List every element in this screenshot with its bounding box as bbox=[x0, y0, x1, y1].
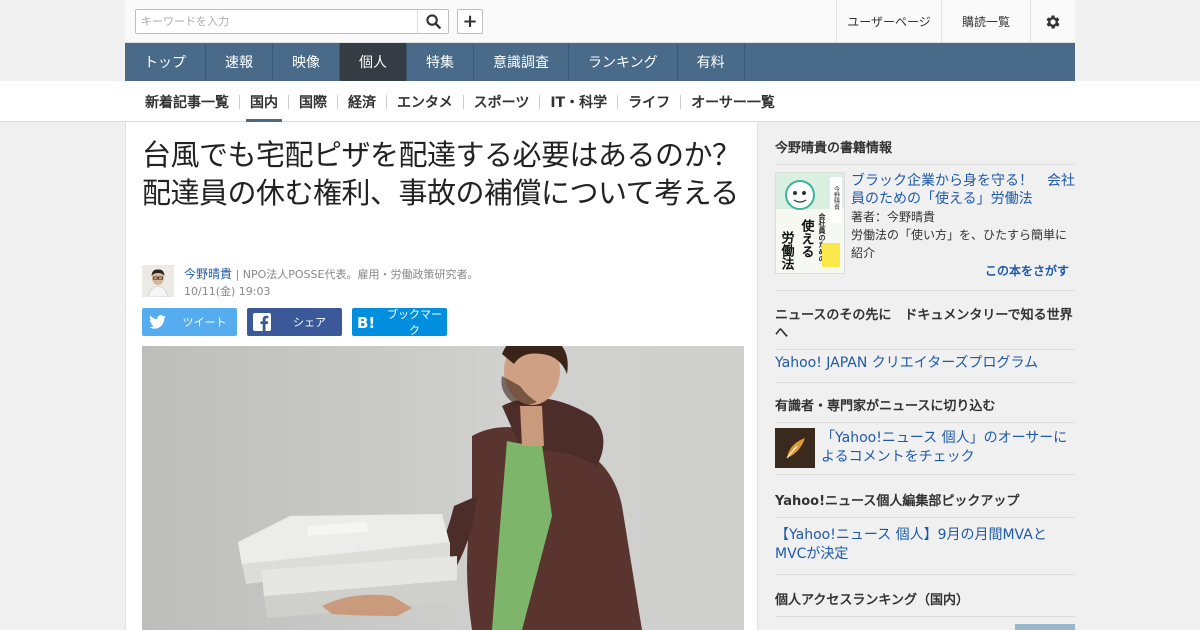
twitter-icon bbox=[148, 315, 166, 329]
subscriptions-link[interactable]: 購読一覧 bbox=[941, 0, 1030, 43]
nav-features[interactable]: 特集 bbox=[407, 43, 474, 81]
ranking-thumbnail[interactable] bbox=[1015, 624, 1075, 630]
article-main: 台風でも宅配ピザを配達する必要はあるのか？ 配達員の休む権利、事故の補償について… bbox=[125, 122, 770, 630]
section-divider bbox=[775, 382, 1075, 383]
ranking-section-heading: 個人アクセスランキング（国内） bbox=[775, 592, 1075, 617]
subnav-entertainment[interactable]: エンタメ bbox=[387, 81, 463, 122]
facebook-icon bbox=[253, 313, 271, 331]
facebook-share-button[interactable]: シェア bbox=[247, 308, 342, 336]
hatena-bookmark-button[interactable]: B! ブックマーク bbox=[352, 308, 447, 337]
article-hero-image bbox=[142, 346, 744, 630]
nav-survey[interactable]: 意識調査 bbox=[474, 43, 569, 81]
section-divider bbox=[775, 474, 1075, 475]
book-cover-title-1: 使える bbox=[799, 218, 816, 258]
author-avatar[interactable] bbox=[142, 265, 174, 297]
nav-top[interactable]: トップ bbox=[125, 43, 206, 81]
book-info: ブラック企業から身を守る！ 会社員のための「使える」労働法 著者：今野晴貴 労働… bbox=[851, 172, 1075, 262]
book-cover-band: 今野晴貴 bbox=[833, 185, 840, 211]
find-book-link[interactable]: この本をさがす bbox=[985, 262, 1069, 279]
subnav-life[interactable]: ライフ bbox=[618, 81, 680, 122]
author-name-link[interactable]: 今野晴貴 bbox=[184, 267, 232, 281]
subnav-it-science[interactable]: IT・科学 bbox=[540, 81, 617, 122]
facebook-share-label: シェア bbox=[293, 316, 326, 329]
author-description: | NPO法人POSSE代表。雇用・労働政策研究者。 bbox=[235, 268, 479, 281]
nav-ranking[interactable]: ランキング bbox=[569, 43, 678, 81]
book-cover-image: 今野晴貴 会社員のための 使える 労働法 bbox=[776, 173, 844, 273]
plus-icon: + bbox=[462, 10, 478, 32]
article-title: 台風でも宅配ピザを配達する必要はあるのか？ 配達員の休む権利、事故の補償について… bbox=[142, 138, 770, 210]
nav-individual[interactable]: 個人 bbox=[340, 43, 407, 81]
expert-section-heading: 有識者・専門家がニュースに切り込む bbox=[775, 398, 1075, 423]
settings-button[interactable] bbox=[1030, 0, 1075, 43]
author-photo bbox=[142, 265, 174, 297]
sidebar: 今野晴貴の書籍情報 今野晴貴 会社員のための 使える 労働法 ブラック企業から身… bbox=[759, 122, 1075, 630]
creators-program-link[interactable]: Yahoo! JAPAN クリエイターズプログラム bbox=[775, 354, 1075, 373]
hatena-bookmark-label: ブックマーク bbox=[387, 308, 442, 337]
tweet-button[interactable]: ツイート bbox=[142, 308, 237, 336]
tweet-label: ツイート bbox=[182, 316, 227, 329]
nav-video[interactable]: 映像 bbox=[273, 43, 340, 81]
search-input[interactable] bbox=[136, 10, 416, 33]
subnav-domestic[interactable]: 国内 bbox=[240, 81, 288, 122]
expert-comment-icon[interactable] bbox=[775, 428, 815, 468]
pizza-delivery-photo bbox=[142, 346, 744, 630]
book-title-link[interactable]: ブラック企業から身を守る！ 会社員のための「使える」労働法 bbox=[851, 172, 1075, 208]
search-icon bbox=[425, 14, 441, 29]
expert-comment-link[interactable]: 「Yahoo!ニュース 個人」のオーサーによるコメントをチェック bbox=[821, 429, 1075, 467]
search-box bbox=[135, 9, 449, 34]
user-page-link[interactable]: ユーザーページ bbox=[836, 0, 941, 43]
book-description: 労働法の「使い方」を、ひたすら簡単に紹介 bbox=[851, 228, 1068, 260]
subnav-international[interactable]: 国際 bbox=[289, 81, 337, 122]
nav-breaking[interactable]: 速報 bbox=[206, 43, 273, 81]
main-nav: トップ 速報 映像 個人 特集 意識調査 ランキング 有料 bbox=[125, 43, 1075, 81]
svg-text:B!: B! bbox=[357, 314, 375, 330]
pickup-mva-link[interactable]: 【Yahoo!ニュース 個人】9月の月間MVAとMVCが決定 bbox=[775, 526, 1075, 564]
section-divider bbox=[775, 574, 1075, 575]
book-section-heading: 今野晴貴の書籍情報 bbox=[775, 140, 1075, 165]
top-bar: + ユーザーページ 購読一覧 bbox=[125, 0, 1075, 43]
subnav-new-articles[interactable]: 新着記事一覧 bbox=[135, 81, 239, 122]
gear-icon bbox=[1046, 14, 1060, 29]
add-button[interactable]: + bbox=[457, 9, 483, 34]
documentary-section-heading: ニュースのその先に ドキュメンタリーで知る世界へ bbox=[775, 307, 1075, 350]
subnav-sports[interactable]: スポーツ bbox=[464, 81, 540, 122]
subnav-authors[interactable]: オーサー一覧 bbox=[681, 81, 785, 122]
feather-icon bbox=[775, 428, 815, 468]
byline: 今野晴貴 | NPO法人POSSE代表。雇用・労働政策研究者。 10/11(金)… bbox=[184, 266, 478, 300]
search-button[interactable] bbox=[417, 10, 448, 33]
book-cover[interactable]: 今野晴貴 会社員のための 使える 労働法 bbox=[775, 172, 845, 274]
hatena-bookmark-icon: B! bbox=[357, 314, 375, 330]
book-cover-title-2: 労働法 bbox=[779, 230, 796, 271]
publish-date: 10/11(金) 19:03 bbox=[184, 285, 271, 298]
sub-nav: 新着記事一覧 国内 国際 経済 エンタメ スポーツ IT・科学 ライフ オーサー… bbox=[125, 81, 1075, 122]
subnav-economy[interactable]: 経済 bbox=[338, 81, 386, 122]
section-divider bbox=[775, 290, 1075, 291]
pickup-section-heading: Yahoo!ニュース個人編集部ピックアップ bbox=[775, 493, 1075, 518]
nav-paid[interactable]: 有料 bbox=[678, 43, 745, 81]
book-author: 著者：今野晴貴 bbox=[851, 210, 936, 224]
